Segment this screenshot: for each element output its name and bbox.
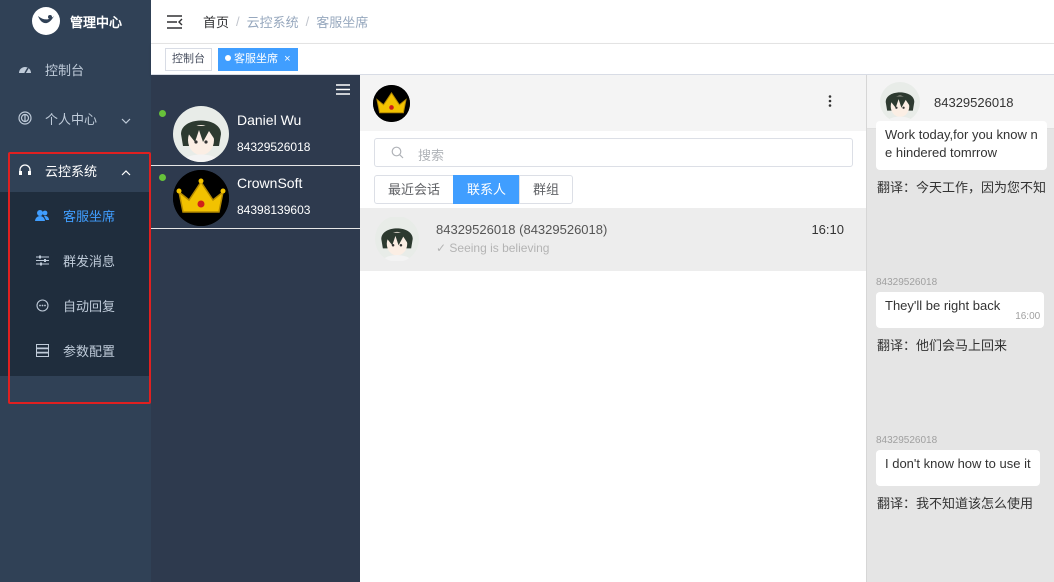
search-placeholder: 搜索 (418, 148, 445, 163)
message-translation: 翻译：今天工作，因为您不知 (877, 180, 1047, 195)
dashboard-icon (18, 62, 32, 76)
contacts-header (360, 75, 866, 131)
account-name: CrownSoft (237, 175, 303, 191)
tab-recent[interactable]: 最近会话 (374, 175, 455, 204)
message-bubble: They'll be right back 16:00 (876, 292, 1045, 328)
tab-contacts[interactable]: 联系人 (453, 175, 521, 204)
message-text: Work today,for you know n (885, 127, 1038, 142)
chat-contact-name: 84329526018 (934, 95, 1014, 110)
contact-item[interactable]: 84329526018 (84329526018) ✓ Seeing is be… (360, 208, 866, 271)
search-icon (391, 146, 404, 162)
chat-panel: 84329526018 Work today,for you know n e … (866, 75, 1054, 582)
contact-name: 84329526018 (84329526018) (436, 222, 608, 237)
tag-service-seat[interactable]: 客服坐席 × (218, 48, 298, 71)
breadcrumb-separator: / (305, 14, 310, 29)
breadcrumb-current: 客服坐席 (316, 15, 369, 30)
account-item[interactable]: CrownSoft 84398139603 (151, 167, 360, 229)
breadcrumb-home[interactable]: 首页 (203, 12, 229, 31)
contact-tabs: 最近会话 联系人 群组 (374, 175, 574, 204)
message-sender: 84329526018 (876, 435, 938, 446)
avatar (173, 106, 229, 162)
crown-avatar (173, 170, 229, 226)
message-text: They'll be right back (885, 298, 1001, 313)
sidebar-item-label: 控制台 (45, 62, 85, 78)
avatar (880, 82, 920, 122)
sidebar-item-dashboard[interactable]: 控制台 (0, 44, 151, 94)
crown-avatar (373, 85, 410, 122)
list-menu-icon[interactable] (336, 83, 350, 98)
message-time: 16:00 (1015, 311, 1041, 322)
message-sender: 84329526018 (876, 277, 938, 288)
online-status-dot (159, 174, 166, 181)
sidebar: 管理中心 控制台 个人中心 云控系统 客服坐席 群发消息 自动回复 参数配置 (0, 0, 151, 582)
online-status-dot (159, 110, 166, 117)
active-dot-icon (225, 55, 231, 62)
fingerprint-icon (18, 111, 32, 125)
breadcrumb-section: 云控系统 (246, 15, 299, 30)
tab-groups[interactable]: 群组 (519, 175, 574, 204)
tags-view: 控制台 客服坐席 × (151, 44, 1054, 75)
sidebar-item-label: 个人中心 (45, 111, 98, 127)
account-number: 84329526018 (237, 140, 311, 154)
tag-close-icon[interactable]: × (284, 53, 290, 65)
tag-label: 客服坐席 (234, 53, 278, 65)
more-vertical-icon[interactable] (828, 95, 832, 110)
app-logo[interactable]: 管理中心 (0, 0, 151, 42)
contact-last-message: ✓ Seeing is believing (436, 241, 550, 255)
account-number: 84398139603 (237, 203, 311, 217)
menu-fold-icon[interactable] (167, 14, 183, 29)
account-list-panel: Daniel Wu 84329526018 CrownSoft 84398139… (151, 75, 360, 582)
message-translation: 翻译：他们会马上回来 (877, 338, 1008, 353)
contacts-panel: 搜索 最近会话 联系人 群组 84329526018 (84329526018)… (360, 75, 866, 582)
search-input[interactable]: 搜索 (374, 138, 853, 167)
breadcrumb-separator: / (236, 14, 240, 29)
message-text: e hindered tomrrow (885, 145, 997, 160)
account-item[interactable]: Daniel Wu 84329526018 (151, 104, 360, 166)
contact-time: 16:10 (811, 222, 844, 237)
sidebar-item-profile[interactable]: 个人中心 (0, 93, 151, 143)
app-title: 管理中心 (70, 14, 123, 30)
tag-label: 控制台 (172, 53, 205, 65)
highlight-box (8, 152, 151, 404)
message-bubble: Work today,for you know n e hindered tom… (876, 121, 1047, 170)
bird-logo-icon (32, 7, 60, 35)
top-navbar: 首页 / 云控系统 / 客服坐席 (151, 0, 1054, 44)
message-bubble: I don't know how to use it (876, 450, 1040, 486)
message-translation: 翻译：我不知道该怎么使用 (877, 496, 1034, 511)
avatar (375, 216, 419, 262)
message-text: I don't know how to use it (885, 456, 1031, 471)
chevron-down-icon (121, 112, 131, 127)
account-name: Daniel Wu (237, 112, 302, 128)
breadcrumb: 首页 / 云控系统 / 客服坐席 (203, 12, 368, 31)
tag-dashboard[interactable]: 控制台 (165, 48, 212, 71)
